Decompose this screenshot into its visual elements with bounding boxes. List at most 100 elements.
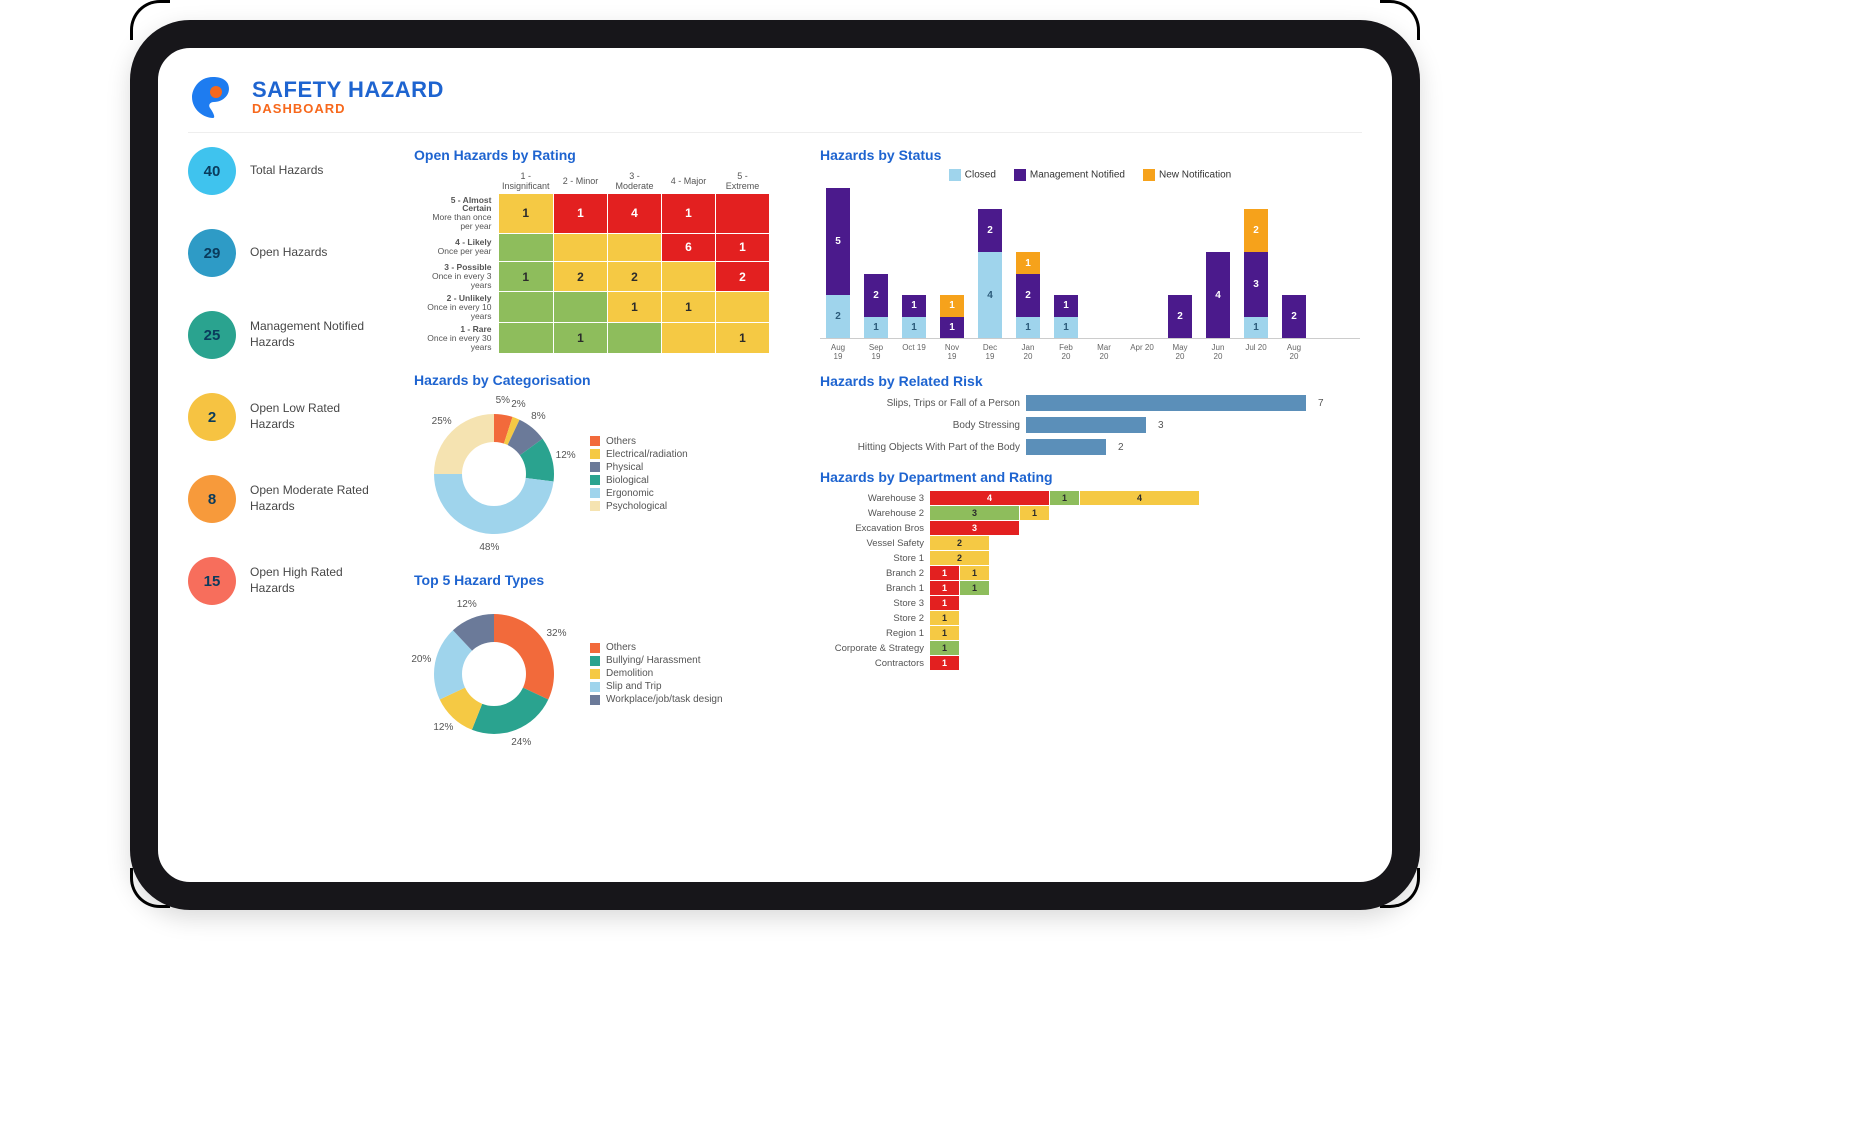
- dept-row[interactable]: Corporate & Strategy1: [820, 641, 1360, 655]
- matrix-cell[interactable]: 1: [716, 323, 770, 354]
- bar-segment: 2: [1168, 295, 1192, 338]
- bar-segment: 2: [1282, 295, 1306, 338]
- matrix-cell[interactable]: [554, 292, 608, 323]
- page-subtitle: DASHBOARD: [252, 102, 444, 116]
- status-bar[interactable]: 11: [1054, 295, 1078, 338]
- donut-b-chart[interactable]: 32%24%12%20%12%: [414, 594, 574, 754]
- right-column: Hazards by Status ClosedManagement Notif…: [820, 147, 1360, 772]
- legend-item: Slip and Trip: [590, 681, 723, 692]
- dept-row[interactable]: Store 21: [820, 611, 1360, 625]
- dept-label: Store 2: [820, 613, 930, 624]
- dept-row[interactable]: Region 11: [820, 626, 1360, 640]
- matrix-cell[interactable]: 4: [608, 194, 662, 234]
- hrisk-row[interactable]: Slips, Trips or Fall of a Person7: [820, 395, 1360, 411]
- matrix-cell[interactable]: 1: [498, 194, 554, 234]
- legend-item: Ergonomic: [590, 488, 688, 499]
- matrix-cell[interactable]: [716, 292, 770, 323]
- x-tick: Feb 20: [1054, 343, 1078, 361]
- status-bar[interactable]: 2: [1282, 295, 1306, 338]
- matrix-cell[interactable]: 6: [662, 233, 716, 261]
- matrix-cell[interactable]: [662, 323, 716, 354]
- kpi-label: Open Hazards: [250, 245, 327, 261]
- dept-seg: 1: [930, 596, 960, 610]
- matrix-cell[interactable]: 1: [554, 194, 608, 234]
- bar-segment: 1: [902, 295, 926, 316]
- x-tick: Aug 19: [826, 343, 850, 361]
- matrix-cell[interactable]: 1: [608, 292, 662, 323]
- dept-label: Contractors: [820, 658, 930, 669]
- matrix-cell[interactable]: [498, 292, 554, 323]
- dept-seg: 1: [1020, 506, 1050, 520]
- matrix-cell[interactable]: 1: [716, 233, 770, 261]
- dept-row[interactable]: Branch 111: [820, 581, 1360, 595]
- x-tick: Sep 19: [864, 343, 888, 361]
- matrix-cell[interactable]: [498, 323, 554, 354]
- status-bar[interactable]: 11: [940, 295, 964, 338]
- dept-chart[interactable]: Warehouse 3414Warehouse 231Excavation Br…: [820, 491, 1360, 670]
- dept-seg: 1: [930, 641, 960, 655]
- matrix-cell[interactable]: 2: [716, 261, 770, 292]
- matrix-section: Open Hazards by Rating 1 - Insignificant…: [414, 147, 794, 354]
- legend-item: Closed: [949, 169, 996, 181]
- kpi-card[interactable]: 25Management Notified Hazards: [188, 311, 388, 359]
- dept-seg: 4: [930, 491, 1050, 505]
- dept-row[interactable]: Contractors1: [820, 656, 1360, 670]
- status-bar[interactable]: 25: [826, 188, 850, 338]
- bar-segment: 1: [1054, 317, 1078, 338]
- dept-row[interactable]: Store 31: [820, 596, 1360, 610]
- matrix-cell[interactable]: [608, 233, 662, 261]
- matrix-cell[interactable]: 1: [662, 292, 716, 323]
- kpi-card[interactable]: 8Open Moderate Rated Hazards: [188, 475, 388, 523]
- status-bar[interactable]: 4: [1206, 252, 1230, 338]
- donut-b-title: Top 5 Hazard Types: [414, 572, 794, 588]
- donut-a-chart[interactable]: 5%2%8%12%48%25%: [414, 394, 574, 554]
- status-bar[interactable]: 11: [902, 295, 926, 338]
- matrix-cell[interactable]: 2: [608, 261, 662, 292]
- dept-seg: 4: [1080, 491, 1200, 505]
- dept-row[interactable]: Excavation Bros3: [820, 521, 1360, 535]
- donut-pct-label: 5%: [496, 395, 510, 406]
- risk-matrix[interactable]: 1 - Insignificant2 - Minor3 - Moderate4 …: [414, 169, 794, 354]
- kpi-label: Open Moderate Rated Hazards: [250, 483, 370, 514]
- matrix-cell[interactable]: 2: [554, 261, 608, 292]
- matrix-cell[interactable]: 1: [662, 194, 716, 234]
- dept-row[interactable]: Store 12: [820, 551, 1360, 565]
- status-bar[interactable]: 121: [1016, 252, 1040, 338]
- related-risk-chart[interactable]: Slips, Trips or Fall of a Person7 Body St…: [820, 395, 1360, 455]
- kpi-card[interactable]: 2Open Low Rated Hazards: [188, 393, 388, 441]
- dept-row[interactable]: Branch 211: [820, 566, 1360, 580]
- dept-row[interactable]: Vessel Safety2: [820, 536, 1360, 550]
- kpi-label: Open High Rated Hazards: [250, 565, 370, 596]
- status-bar[interactable]: 42: [978, 209, 1002, 338]
- matrix-cell[interactable]: [662, 261, 716, 292]
- hrisk-value: 7: [1318, 398, 1324, 409]
- hrisk-row[interactable]: Hitting Objects With Part of the Body2: [820, 439, 1360, 455]
- kpi-card[interactable]: 29Open Hazards: [188, 229, 388, 277]
- status-bar[interactable]: 132: [1244, 209, 1268, 338]
- bar-segment: 2: [978, 209, 1002, 252]
- status-bar[interactable]: 2: [1168, 295, 1192, 338]
- x-tick: Nov 19: [940, 343, 964, 361]
- title-block: SAFETY HAZARD DASHBOARD: [252, 78, 444, 116]
- dept-row[interactable]: Warehouse 3414: [820, 491, 1360, 505]
- status-xaxis: Aug 19Sep 19Oct 19Nov 19Dec 19Jan 20Feb …: [820, 339, 1360, 361]
- matrix-cell[interactable]: [608, 323, 662, 354]
- status-bars[interactable]: 251211114212111241322: [820, 189, 1360, 339]
- dept-row[interactable]: Warehouse 231: [820, 506, 1360, 520]
- matrix-cell[interactable]: [554, 233, 608, 261]
- matrix-cell[interactable]: [498, 233, 554, 261]
- bar-segment: 1: [864, 317, 888, 338]
- status-bar[interactable]: 12: [864, 274, 888, 338]
- hrisk-row[interactable]: Body Stressing3: [820, 417, 1360, 433]
- status-title: Hazards by Status: [820, 147, 1360, 163]
- legend-item: Electrical/radiation: [590, 449, 688, 460]
- hrisk-bar: [1026, 439, 1106, 455]
- kpi-card[interactable]: 40Total Hazards: [188, 147, 388, 195]
- matrix-cell[interactable]: [716, 194, 770, 234]
- matrix-cell[interactable]: 1: [498, 261, 554, 292]
- matrix-cell[interactable]: 1: [554, 323, 608, 354]
- kpi-label: Open Low Rated Hazards: [250, 401, 370, 432]
- kpi-card[interactable]: 15Open High Rated Hazards: [188, 557, 388, 605]
- bar-segment: 1: [1016, 317, 1040, 338]
- kpi-value: 40: [188, 147, 236, 195]
